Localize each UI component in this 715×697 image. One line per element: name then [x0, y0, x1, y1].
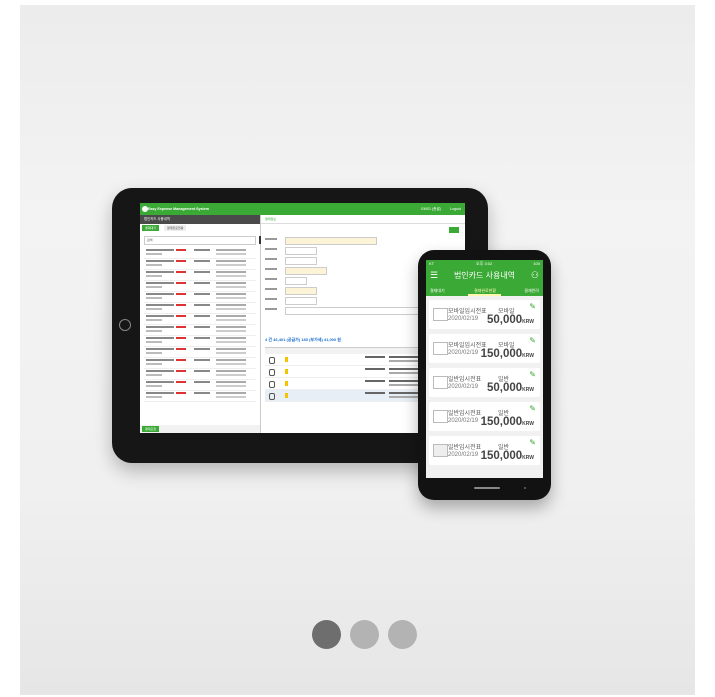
table-row[interactable]: [144, 248, 256, 259]
request-approval-button[interactable]: 결재요청: [142, 426, 160, 432]
status-bar: KT 오후 3:02 100: [426, 260, 543, 267]
users-icon[interactable]: ⚇: [531, 270, 539, 280]
detail-title: 결재정보: [261, 215, 465, 224]
table-row[interactable]: [144, 325, 256, 336]
item-amount: 150,000KRW: [480, 416, 534, 428]
table-row[interactable]: [144, 358, 256, 369]
carousel-pagination: [310, 620, 420, 650]
carrier-label: KT: [429, 261, 435, 266]
logout-link[interactable]: Logout: [450, 203, 461, 215]
page-title: 법인카드 사용내역: [453, 271, 516, 280]
item-date: 2020/02/19: [448, 316, 479, 322]
battery-label: 100: [533, 261, 540, 266]
home-dot: [524, 487, 526, 489]
item-date: 2020/02/19: [448, 452, 479, 458]
tablet-camera: [119, 319, 131, 331]
table-row[interactable]: [144, 270, 256, 281]
expense-list: 모바일임시전표 2020/02/19 모바일 50,000KRW ✎ 모바일임시…: [426, 296, 543, 478]
edit-icon[interactable]: ✎: [529, 336, 536, 345]
table-row[interactable]: [144, 380, 256, 391]
receipt-icon: [433, 444, 448, 457]
item-date: 2020/02/19: [448, 418, 479, 424]
item-date: 2020/02/19: [448, 384, 479, 390]
table-row[interactable]: [144, 303, 256, 314]
left-tabs: 결재대기 결재완료현황: [140, 224, 260, 233]
item-name: 일반임시전표: [448, 377, 482, 383]
table-row[interactable]: [144, 369, 256, 380]
search-input[interactable]: 검색: [144, 236, 267, 245]
list-item[interactable]: 일반임시전표 2020/02/19 일반 50,000KRW ✎: [429, 368, 540, 397]
list-item[interactable]: 일반임시전표 2020/02/19 일반 150,000KRW ✎: [429, 402, 540, 431]
table-row[interactable]: [144, 259, 256, 270]
home-indicator: [474, 487, 500, 489]
table-row[interactable]: [144, 391, 256, 402]
edit-icon[interactable]: ✎: [529, 302, 536, 311]
phone-nav-bar: ☰ 법인카드 사용내역 ⚇: [426, 267, 543, 285]
carousel-dot-3[interactable]: [388, 620, 417, 649]
user-label[interactable]: EMS1 (총괄): [421, 203, 441, 215]
item-amount: 150,000KRW: [480, 348, 534, 360]
search-label: 검색: [147, 238, 153, 242]
carousel-dot-2[interactable]: [350, 620, 379, 649]
image-placeholder-icon: [433, 308, 448, 321]
form-field[interactable]: [265, 237, 461, 245]
edit-icon[interactable]: ✎: [529, 404, 536, 413]
image-placeholder-icon: [433, 342, 448, 355]
tab-pending[interactable]: 결재대기: [430, 288, 445, 294]
list-item[interactable]: 일반임시전표 2020/02/19 일반 150,000KRW ✎: [429, 436, 540, 465]
image-placeholder-icon: [433, 410, 448, 423]
edit-icon[interactable]: ✎: [529, 438, 536, 447]
item-name: 일반임시전표: [448, 411, 482, 417]
phone-mockup: KT 오후 3:02 100 ☰ 법인카드 사용내역 ⚇ 결재대기 결재완료현황…: [418, 250, 551, 500]
app-title: Easy Expense Management System: [148, 207, 209, 211]
edit-icon[interactable]: ✎: [529, 370, 536, 379]
item-name: 모바일임시전표: [448, 309, 487, 315]
item-date: 2020/02/19: [448, 350, 479, 356]
tablet-screen: Easy Expense Management System EMS1 (총괄)…: [140, 203, 465, 433]
tab-completed[interactable]: 결재완료현황: [163, 225, 187, 231]
list-item[interactable]: 모바일임시전표 2020/02/19 모바일 50,000KRW ✎: [429, 300, 540, 329]
carousel-dot-1[interactable]: [312, 620, 341, 649]
summary-line: 4 건 46,401 (공급가) 180 (부가세) 41,000 원: [265, 337, 341, 342]
save-button[interactable]: [449, 227, 459, 233]
tab-pending[interactable]: 결재대기: [142, 225, 160, 231]
phone-screen: KT 오후 3:02 100 ☰ 법인카드 사용내역 ⚇ 결재대기 결재완료현황…: [426, 260, 543, 478]
table-row[interactable]: [144, 292, 256, 303]
status-time: 오후 3:02: [476, 261, 493, 266]
item-amount: 50,000KRW: [486, 382, 534, 394]
tablet-left-panel: 법인카드 사용내역 결재대기 결재완료현황 검색 결재요청: [140, 215, 267, 433]
list-item[interactable]: 모바일임시전표 2020/02/19 모바일 150,000KRW ✎: [429, 334, 540, 363]
tablet-app-header: Easy Expense Management System EMS1 (총괄)…: [140, 203, 465, 215]
phone-tabs: 결재대기 결재완료현황 결재반려: [426, 285, 543, 296]
table-row[interactable]: [144, 347, 256, 358]
item-amount: 150,000KRW: [480, 450, 534, 462]
image-placeholder-icon: [433, 376, 448, 389]
table-row[interactable]: [144, 314, 256, 325]
left-panel-title: 법인카드 사용내역: [140, 215, 260, 224]
table-row[interactable]: [144, 336, 256, 347]
item-name: 일반임시전표: [448, 445, 482, 451]
tab-rejected[interactable]: 결재반려: [524, 288, 539, 294]
item-amount: 50,000KRW: [486, 314, 534, 326]
left-footer: 결재요청: [140, 425, 260, 433]
table-row[interactable]: [144, 281, 256, 292]
